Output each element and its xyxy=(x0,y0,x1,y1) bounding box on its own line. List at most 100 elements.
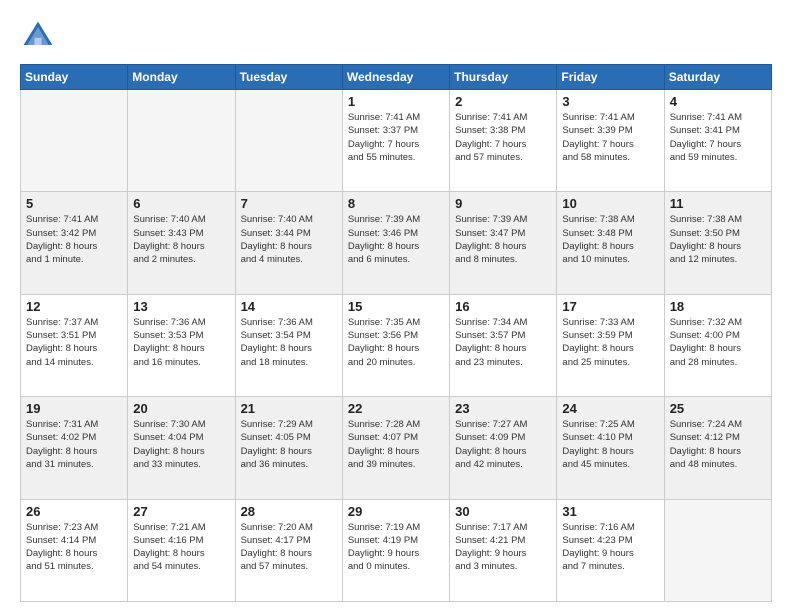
day-number: 4 xyxy=(670,94,766,109)
calendar-day-cell: 7 Sunrise: 7:40 AM Sunset: 3:44 PM Daylig… xyxy=(235,192,342,294)
day-info: Sunrise: 7:25 AM Sunset: 4:10 PM Dayligh… xyxy=(562,418,658,471)
calendar-day-cell: 11 Sunrise: 7:38 AM Sunset: 3:50 PM Dayli… xyxy=(664,192,771,294)
calendar-day-cell: 29Sunrise: 7:19 AM Sunset: 4:19 PM Dayli… xyxy=(342,499,449,601)
day-number: 14 xyxy=(241,299,337,314)
day-number: 31 xyxy=(562,504,658,519)
calendar-day-cell: 8 Sunrise: 7:39 AM Sunset: 3:46 PM Daylig… xyxy=(342,192,449,294)
day-info: Sunrise: 7:23 AM Sunset: 4:14 PM Dayligh… xyxy=(26,521,122,574)
calendar-day-cell: 20 Sunrise: 7:30 AM Sunset: 4:04 PM Dayli… xyxy=(128,397,235,499)
calendar-header-wednesday: Wednesday xyxy=(342,65,449,90)
day-number: 10 xyxy=(562,196,658,211)
calendar-day-cell: 6 Sunrise: 7:40 AM Sunset: 3:43 PM Daylig… xyxy=(128,192,235,294)
day-number: 28 xyxy=(241,504,337,519)
calendar-day-cell: 24 Sunrise: 7:25 AM Sunset: 4:10 PM Dayli… xyxy=(557,397,664,499)
day-number: 7 xyxy=(241,196,337,211)
calendar-day-cell: 14 Sunrise: 7:36 AM Sunset: 3:54 PM Dayli… xyxy=(235,294,342,396)
calendar-day-cell xyxy=(128,90,235,192)
day-info: Sunrise: 7:38 AM Sunset: 3:50 PM Dayligh… xyxy=(670,213,766,266)
calendar-header-row: SundayMondayTuesdayWednesdayThursdayFrid… xyxy=(21,65,772,90)
day-info: Sunrise: 7:20 AM Sunset: 4:17 PM Dayligh… xyxy=(241,521,337,574)
calendar-day-cell: 26Sunrise: 7:23 AM Sunset: 4:14 PM Dayli… xyxy=(21,499,128,601)
calendar-day-cell: 19Sunrise: 7:31 AM Sunset: 4:02 PM Dayli… xyxy=(21,397,128,499)
calendar-header-thursday: Thursday xyxy=(450,65,557,90)
day-info: Sunrise: 7:39 AM Sunset: 3:47 PM Dayligh… xyxy=(455,213,551,266)
day-info: Sunrise: 7:37 AM Sunset: 3:51 PM Dayligh… xyxy=(26,316,122,369)
day-number: 3 xyxy=(562,94,658,109)
calendar-day-cell xyxy=(235,90,342,192)
calendar-week-row: 19Sunrise: 7:31 AM Sunset: 4:02 PM Dayli… xyxy=(21,397,772,499)
day-number: 24 xyxy=(562,401,658,416)
calendar-day-cell: 2 Sunrise: 7:41 AM Sunset: 3:38 PM Daylig… xyxy=(450,90,557,192)
calendar-day-cell: 12 Sunrise: 7:37 AM Sunset: 3:51 PM Dayli… xyxy=(21,294,128,396)
calendar-week-row: 1 Sunrise: 7:41 AM Sunset: 3:37 PM Daylig… xyxy=(21,90,772,192)
day-info: Sunrise: 7:32 AM Sunset: 4:00 PM Dayligh… xyxy=(670,316,766,369)
day-number: 18 xyxy=(670,299,766,314)
day-info: Sunrise: 7:27 AM Sunset: 4:09 PM Dayligh… xyxy=(455,418,551,471)
logo-icon xyxy=(20,18,56,54)
day-number: 9 xyxy=(455,196,551,211)
day-number: 27 xyxy=(133,504,229,519)
day-number: 1 xyxy=(348,94,444,109)
calendar-day-cell: 3 Sunrise: 7:41 AM Sunset: 3:39 PM Daylig… xyxy=(557,90,664,192)
calendar-day-cell: 27Sunrise: 7:21 AM Sunset: 4:16 PM Dayli… xyxy=(128,499,235,601)
day-number: 8 xyxy=(348,196,444,211)
page: SundayMondayTuesdayWednesdayThursdayFrid… xyxy=(0,0,792,612)
day-info: Sunrise: 7:41 AM Sunset: 3:39 PM Dayligh… xyxy=(562,111,658,164)
day-number: 6 xyxy=(133,196,229,211)
calendar-header-tuesday: Tuesday xyxy=(235,65,342,90)
logo xyxy=(20,18,60,54)
day-info: Sunrise: 7:36 AM Sunset: 3:53 PM Dayligh… xyxy=(133,316,229,369)
calendar-day-cell: 22 Sunrise: 7:28 AM Sunset: 4:07 PM Dayli… xyxy=(342,397,449,499)
day-info: Sunrise: 7:40 AM Sunset: 3:44 PM Dayligh… xyxy=(241,213,337,266)
day-info: Sunrise: 7:16 AM Sunset: 4:23 PM Dayligh… xyxy=(562,521,658,574)
calendar-week-row: 5Sunrise: 7:41 AM Sunset: 3:42 PM Daylig… xyxy=(21,192,772,294)
day-number: 17 xyxy=(562,299,658,314)
day-info: Sunrise: 7:28 AM Sunset: 4:07 PM Dayligh… xyxy=(348,418,444,471)
calendar-day-cell: 17Sunrise: 7:33 AM Sunset: 3:59 PM Dayli… xyxy=(557,294,664,396)
calendar-table: SundayMondayTuesdayWednesdayThursdayFrid… xyxy=(20,64,772,602)
day-number: 15 xyxy=(348,299,444,314)
day-info: Sunrise: 7:41 AM Sunset: 3:37 PM Dayligh… xyxy=(348,111,444,164)
day-info: Sunrise: 7:30 AM Sunset: 4:04 PM Dayligh… xyxy=(133,418,229,471)
calendar-day-cell: 9 Sunrise: 7:39 AM Sunset: 3:47 PM Daylig… xyxy=(450,192,557,294)
calendar-day-cell: 30 Sunrise: 7:17 AM Sunset: 4:21 PM Dayli… xyxy=(450,499,557,601)
header xyxy=(20,18,772,54)
day-info: Sunrise: 7:35 AM Sunset: 3:56 PM Dayligh… xyxy=(348,316,444,369)
calendar-header-monday: Monday xyxy=(128,65,235,90)
day-number: 20 xyxy=(133,401,229,416)
calendar-day-cell: 21Sunrise: 7:29 AM Sunset: 4:05 PM Dayli… xyxy=(235,397,342,499)
calendar-day-cell: 1 Sunrise: 7:41 AM Sunset: 3:37 PM Daylig… xyxy=(342,90,449,192)
calendar-day-cell: 13 Sunrise: 7:36 AM Sunset: 3:53 PM Dayli… xyxy=(128,294,235,396)
day-number: 30 xyxy=(455,504,551,519)
day-number: 22 xyxy=(348,401,444,416)
day-info: Sunrise: 7:41 AM Sunset: 3:41 PM Dayligh… xyxy=(670,111,766,164)
day-number: 21 xyxy=(241,401,337,416)
day-number: 23 xyxy=(455,401,551,416)
day-number: 29 xyxy=(348,504,444,519)
calendar-day-cell xyxy=(21,90,128,192)
day-number: 16 xyxy=(455,299,551,314)
calendar-week-row: 26Sunrise: 7:23 AM Sunset: 4:14 PM Dayli… xyxy=(21,499,772,601)
day-info: Sunrise: 7:40 AM Sunset: 3:43 PM Dayligh… xyxy=(133,213,229,266)
calendar-day-cell: 10Sunrise: 7:38 AM Sunset: 3:48 PM Dayli… xyxy=(557,192,664,294)
calendar-day-cell: 4 Sunrise: 7:41 AM Sunset: 3:41 PM Daylig… xyxy=(664,90,771,192)
calendar-day-cell: 28 Sunrise: 7:20 AM Sunset: 4:17 PM Dayli… xyxy=(235,499,342,601)
day-info: Sunrise: 7:24 AM Sunset: 4:12 PM Dayligh… xyxy=(670,418,766,471)
day-number: 19 xyxy=(26,401,122,416)
day-number: 2 xyxy=(455,94,551,109)
calendar-header-sunday: Sunday xyxy=(21,65,128,90)
calendar-header-saturday: Saturday xyxy=(664,65,771,90)
day-number: 13 xyxy=(133,299,229,314)
day-info: Sunrise: 7:41 AM Sunset: 3:38 PM Dayligh… xyxy=(455,111,551,164)
calendar-week-row: 12 Sunrise: 7:37 AM Sunset: 3:51 PM Dayli… xyxy=(21,294,772,396)
day-number: 12 xyxy=(26,299,122,314)
calendar-day-cell: 23 Sunrise: 7:27 AM Sunset: 4:09 PM Dayli… xyxy=(450,397,557,499)
calendar-day-cell xyxy=(664,499,771,601)
day-info: Sunrise: 7:36 AM Sunset: 3:54 PM Dayligh… xyxy=(241,316,337,369)
day-number: 25 xyxy=(670,401,766,416)
day-number: 5 xyxy=(26,196,122,211)
calendar-day-cell: 16Sunrise: 7:34 AM Sunset: 3:57 PM Dayli… xyxy=(450,294,557,396)
day-number: 11 xyxy=(670,196,766,211)
day-info: Sunrise: 7:17 AM Sunset: 4:21 PM Dayligh… xyxy=(455,521,551,574)
day-info: Sunrise: 7:39 AM Sunset: 3:46 PM Dayligh… xyxy=(348,213,444,266)
